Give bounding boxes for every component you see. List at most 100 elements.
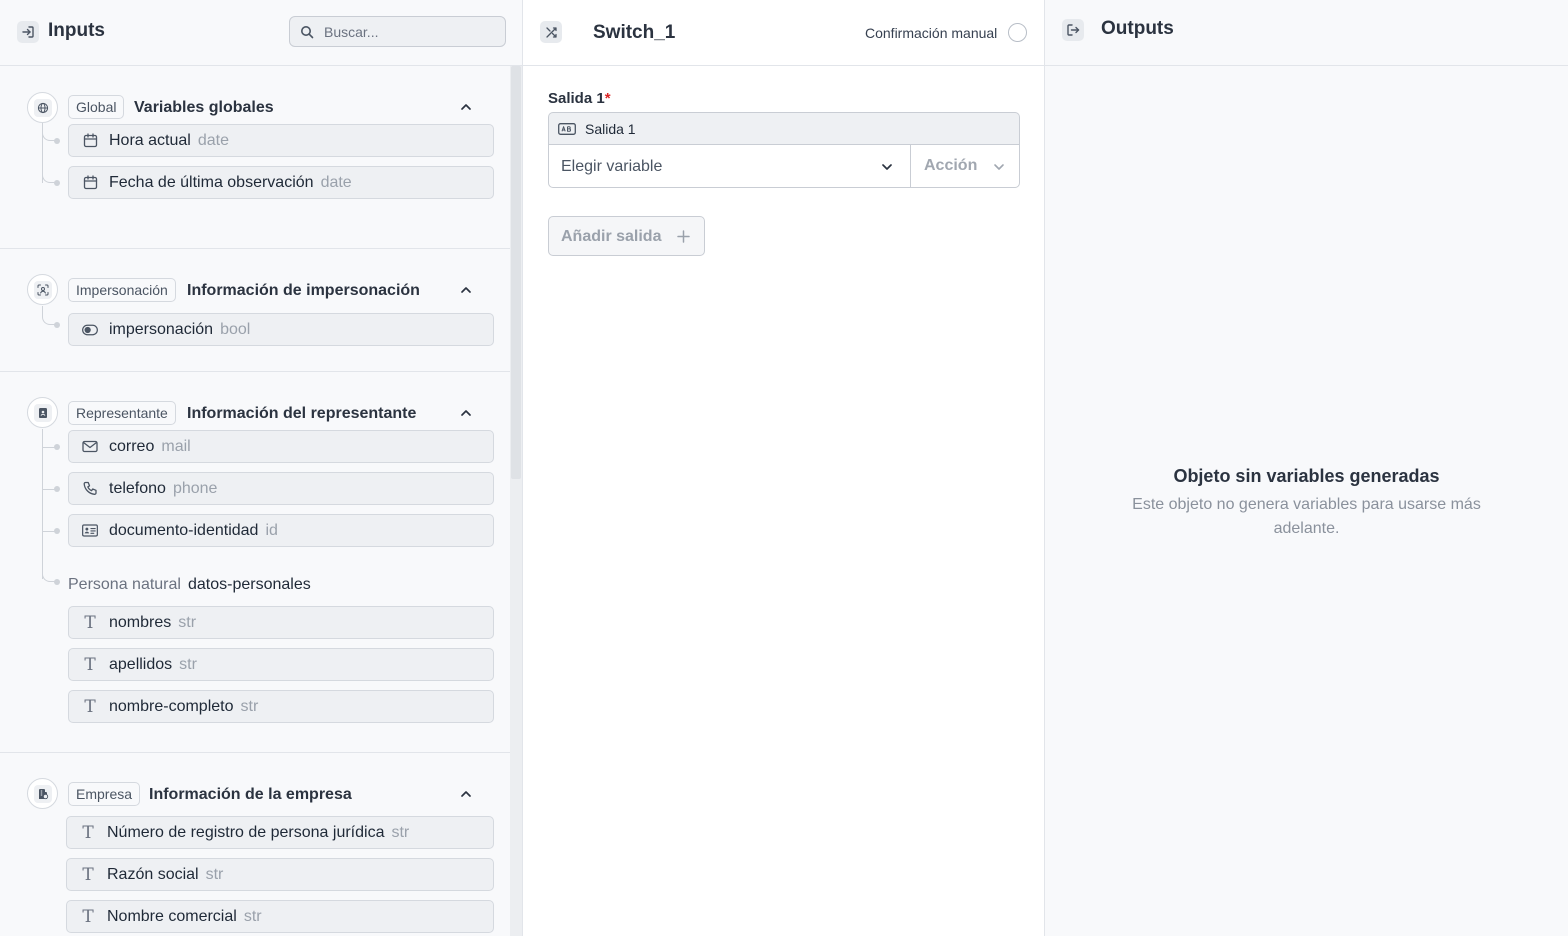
variable-row[interactable]: T Razón social str bbox=[66, 858, 494, 891]
output-label: Salida 1* bbox=[548, 90, 611, 107]
badge-icon bbox=[33, 403, 52, 422]
section-title: Información del representante bbox=[187, 405, 417, 422]
section-icon-impersonation bbox=[27, 274, 58, 305]
variable-type: date bbox=[320, 173, 352, 191]
variable-row[interactable]: T nombre-completo str bbox=[68, 690, 494, 723]
text-field-icon bbox=[558, 122, 576, 140]
chevron-up-icon[interactable] bbox=[459, 406, 473, 420]
tree-dot bbox=[54, 180, 60, 186]
calendar-icon bbox=[82, 133, 98, 149]
tree-connector bbox=[42, 447, 55, 448]
variable-type: str bbox=[243, 907, 262, 925]
action-select[interactable]: Acción bbox=[912, 145, 1020, 187]
section-title: Información de la empresa bbox=[149, 786, 352, 803]
chevron-up-icon[interactable] bbox=[459, 787, 473, 801]
chevron-up-icon[interactable] bbox=[459, 283, 473, 297]
variable-name: Número de registro de persona jurídica bbox=[107, 823, 385, 841]
variable-row[interactable]: T Nombre comercial str bbox=[66, 900, 494, 933]
section-impersonation: Impersonación Información de impersonaci… bbox=[0, 249, 510, 372]
variable-row[interactable]: correo mail bbox=[68, 430, 494, 463]
variable-row[interactable]: telefono phone bbox=[68, 472, 494, 505]
variable-name: nombre-completo bbox=[109, 697, 234, 715]
variable-name: apellidos bbox=[109, 655, 173, 673]
manual-confirmation-toggle[interactable] bbox=[1008, 23, 1027, 42]
globe-icon bbox=[33, 98, 52, 117]
building-icon bbox=[33, 784, 52, 803]
inputs-panel: Inputs Global Variables globales Hor bbox=[0, 0, 523, 936]
plus-icon bbox=[677, 230, 690, 243]
chevron-down-icon bbox=[994, 164, 1004, 170]
scrollbar-thumb[interactable] bbox=[511, 66, 521, 479]
section-tag: Empresa bbox=[68, 782, 141, 806]
empty-state-title: Objeto sin variables generadas bbox=[1173, 466, 1440, 486]
tree-connector bbox=[42, 531, 55, 532]
variable-name: nombres bbox=[109, 613, 172, 631]
search-box[interactable] bbox=[289, 16, 506, 47]
empty-state-description: Este objeto no genera variables para usa… bbox=[1132, 496, 1481, 537]
group-name: datos-personales bbox=[187, 576, 311, 593]
section-global: Global Variables globales Hora actual da… bbox=[0, 66, 510, 249]
variable-row[interactable]: Fecha de última observación date bbox=[68, 166, 494, 199]
variable-type: str bbox=[178, 613, 197, 631]
variable-type: mail bbox=[161, 437, 191, 455]
face-scan-icon bbox=[33, 280, 52, 299]
variable-row[interactable]: T nombres str bbox=[68, 606, 494, 639]
output-condition-row: Elegir variable Acción bbox=[548, 144, 1020, 188]
section-title: Variables globales bbox=[134, 99, 274, 116]
variable-row[interactable]: documento-identidad id bbox=[68, 514, 494, 547]
variable-name: correo bbox=[109, 437, 155, 455]
text-icon: T bbox=[84, 612, 96, 633]
text-icon: T bbox=[84, 696, 96, 717]
phone-icon bbox=[82, 481, 98, 497]
section-tag: Global bbox=[68, 95, 125, 119]
chevron-down-icon bbox=[882, 164, 892, 170]
switch-title: Switch_1 bbox=[593, 22, 676, 43]
section-icon-company bbox=[27, 778, 58, 809]
output-label-text: Salida 1 bbox=[548, 90, 605, 107]
search-icon bbox=[300, 25, 314, 44]
choose-variable-select[interactable]: Elegir variable bbox=[549, 145, 911, 187]
variable-type: date bbox=[197, 131, 229, 149]
output-name-input[interactable] bbox=[585, 119, 1005, 139]
section-title: Información de impersonación bbox=[187, 282, 420, 299]
text-icon: T bbox=[82, 822, 94, 843]
variable-name: Nombre comercial bbox=[107, 907, 237, 925]
section-icon-representative bbox=[27, 397, 58, 428]
variable-row[interactable]: T apellidos str bbox=[68, 648, 494, 681]
mail-icon bbox=[82, 439, 98, 455]
group-label: Persona natural datos-personales bbox=[68, 576, 311, 594]
id-card-icon bbox=[82, 523, 98, 539]
tree-dot bbox=[54, 579, 60, 585]
login-icon[interactable] bbox=[17, 21, 39, 43]
section-tag: Representante bbox=[68, 401, 176, 425]
outputs-header: Outputs bbox=[1045, 0, 1568, 66]
variable-row[interactable]: Hora actual date bbox=[68, 124, 494, 157]
output-name-field[interactable] bbox=[548, 112, 1020, 144]
add-output-button[interactable]: Añadir salida bbox=[548, 216, 705, 256]
group-kind: Persona natural bbox=[68, 576, 181, 593]
switch-header: Switch_1 Confirmación manual bbox=[523, 0, 1044, 66]
variable-row[interactable]: impersonación bool bbox=[68, 313, 494, 346]
section-representative: Representante Información del representa… bbox=[0, 372, 510, 753]
variable-name: Hora actual bbox=[109, 131, 191, 149]
required-mark: * bbox=[604, 90, 611, 107]
variable-name: Razón social bbox=[107, 865, 199, 883]
search-input[interactable] bbox=[324, 22, 494, 42]
inputs-header: Inputs bbox=[0, 0, 522, 66]
inputs-title: Inputs bbox=[48, 20, 105, 41]
tree-branch bbox=[42, 161, 56, 183]
variable-type: id bbox=[265, 521, 278, 539]
variable-name: documento-identidad bbox=[109, 521, 259, 539]
text-icon: T bbox=[84, 654, 96, 675]
chevron-up-icon[interactable] bbox=[459, 100, 473, 114]
section-icon-global bbox=[27, 92, 58, 123]
variable-type: str bbox=[391, 823, 410, 841]
variable-row[interactable]: T Número de registro de persona jurídica… bbox=[66, 816, 494, 849]
text-icon: T bbox=[82, 906, 94, 927]
logout-icon[interactable] bbox=[1062, 19, 1084, 41]
variable-type: str bbox=[240, 697, 259, 715]
variable-type: str bbox=[205, 865, 224, 883]
section-tag: Impersonación bbox=[68, 278, 176, 302]
variable-type: phone bbox=[172, 479, 218, 497]
calendar-icon bbox=[82, 175, 98, 191]
